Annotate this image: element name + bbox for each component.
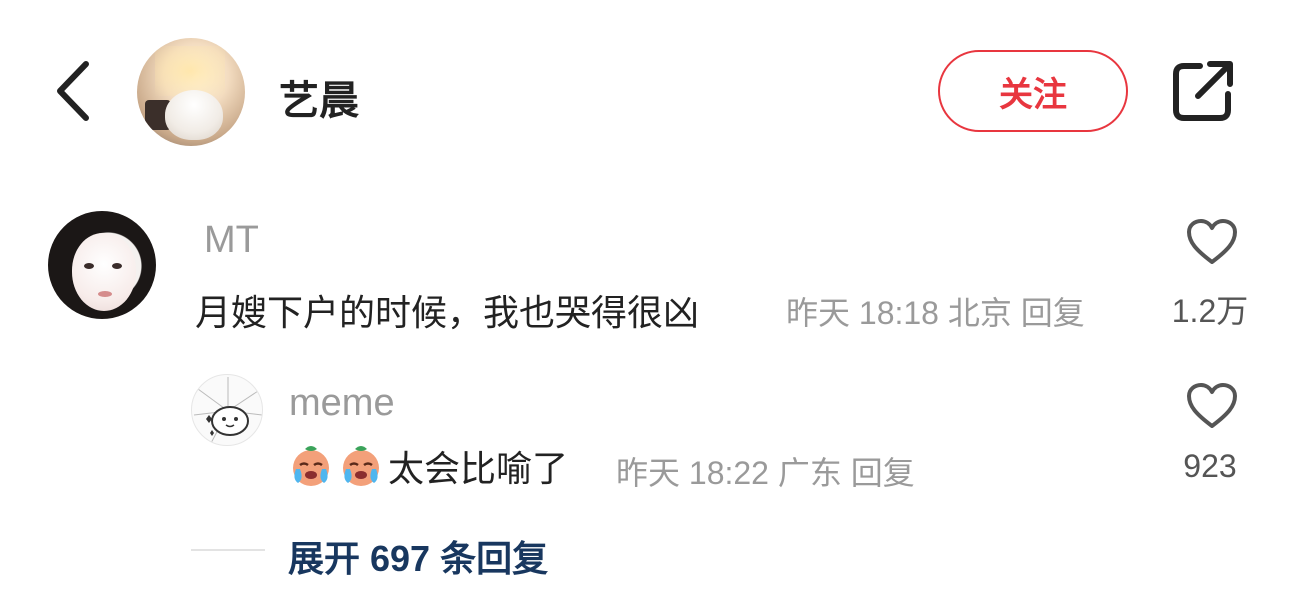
reply-meta: 昨天 18:22 广东 回复 — [616, 448, 915, 494]
expand-replies-button[interactable]: 展开 697 条回复 — [288, 530, 548, 582]
cartoon-avatar-icon — [193, 377, 262, 445]
comment-username[interactable]: MT — [204, 219, 259, 262]
reply-reply-button[interactable]: 回复 — [851, 455, 915, 491]
share-external-icon — [1173, 61, 1233, 121]
chevron-left-icon — [57, 61, 89, 121]
reply-like-button[interactable] — [1186, 382, 1238, 430]
share-button[interactable] — [1170, 58, 1236, 124]
author-avatar[interactable] — [137, 38, 245, 146]
reply-avatar[interactable] — [191, 374, 263, 446]
comment-like-count: 1.2万 — [1171, 293, 1249, 329]
comment-location: 北京 — [947, 295, 1012, 331]
comment-text: 月嫂下户的时候，我也哭得很凶 — [195, 292, 700, 333]
reply-content: 太会比喻了 — [288, 440, 568, 492]
reply-like-count: 923 — [1183, 448, 1237, 484]
comment-time: 昨天 18:18 — [786, 295, 939, 331]
crying-face-emoji-icon — [293, 446, 329, 486]
follow-button[interactable]: 关注 — [938, 50, 1128, 132]
reply-text: 太会比喻了 — [388, 448, 569, 489]
author-name[interactable]: 艺晨 — [279, 68, 359, 126]
reply-time: 昨天 18:22 — [616, 455, 769, 491]
reply-location: 广东 — [777, 455, 842, 491]
crying-face-emoji-icon — [343, 446, 379, 486]
comment-meta: 昨天 18:18 北京 回复 — [786, 288, 1085, 334]
comment-reply-button[interactable]: 回复 — [1021, 295, 1085, 331]
back-button[interactable] — [52, 58, 96, 124]
heart-icon — [1187, 383, 1237, 428]
commenter-avatar[interactable] — [48, 211, 156, 319]
expand-divider — [191, 549, 265, 551]
reply-username[interactable]: meme — [289, 382, 395, 425]
comment-like-button[interactable] — [1186, 218, 1238, 266]
heart-icon — [1187, 219, 1237, 264]
